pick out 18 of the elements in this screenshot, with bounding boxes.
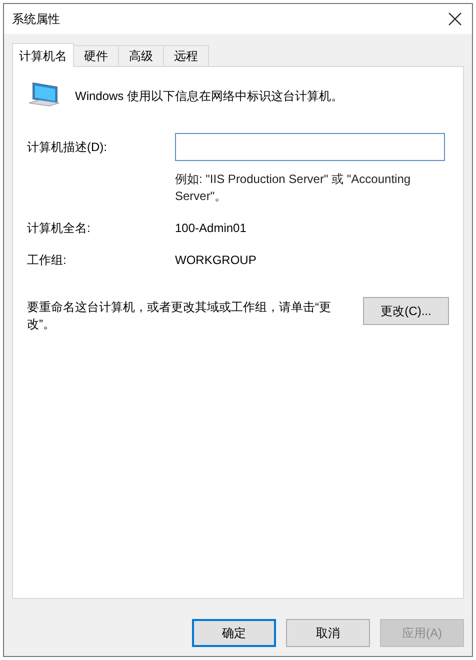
rename-text: 要重命名这台计算机，或者更改其域或工作组，请单击“更改”。 <box>27 299 332 333</box>
description-field[interactable] <box>175 133 445 161</box>
change-button[interactable]: 更改(C)... <box>363 297 449 325</box>
hint-text: 例如: "IIS Production Server" 或 "Accounting Server"。 <box>175 171 412 205</box>
info-label: 工作组: <box>27 252 68 269</box>
info-label: 计算机全名: <box>27 220 92 237</box>
info-value: 100-Admin01 <box>175 220 246 237</box>
tab[interactable]: 计算机名 <box>12 43 74 67</box>
dialog-button[interactable]: 取消 <box>286 619 370 647</box>
tab[interactable]: 硬件 <box>74 45 119 66</box>
close-icon[interactable] <box>448 12 462 26</box>
description-label: 计算机描述(D): <box>27 139 108 156</box>
window-title: 系统属性 <box>12 11 60 28</box>
tab[interactable]: 高级 <box>119 45 164 66</box>
intro-text: Windows 使用以下信息在网络中标识这台计算机。 <box>75 88 344 105</box>
dialog-button[interactable]: 确定 <box>192 619 276 647</box>
tab[interactable]: 远程 <box>164 45 209 66</box>
info-value: WORKGROUP <box>175 252 256 269</box>
